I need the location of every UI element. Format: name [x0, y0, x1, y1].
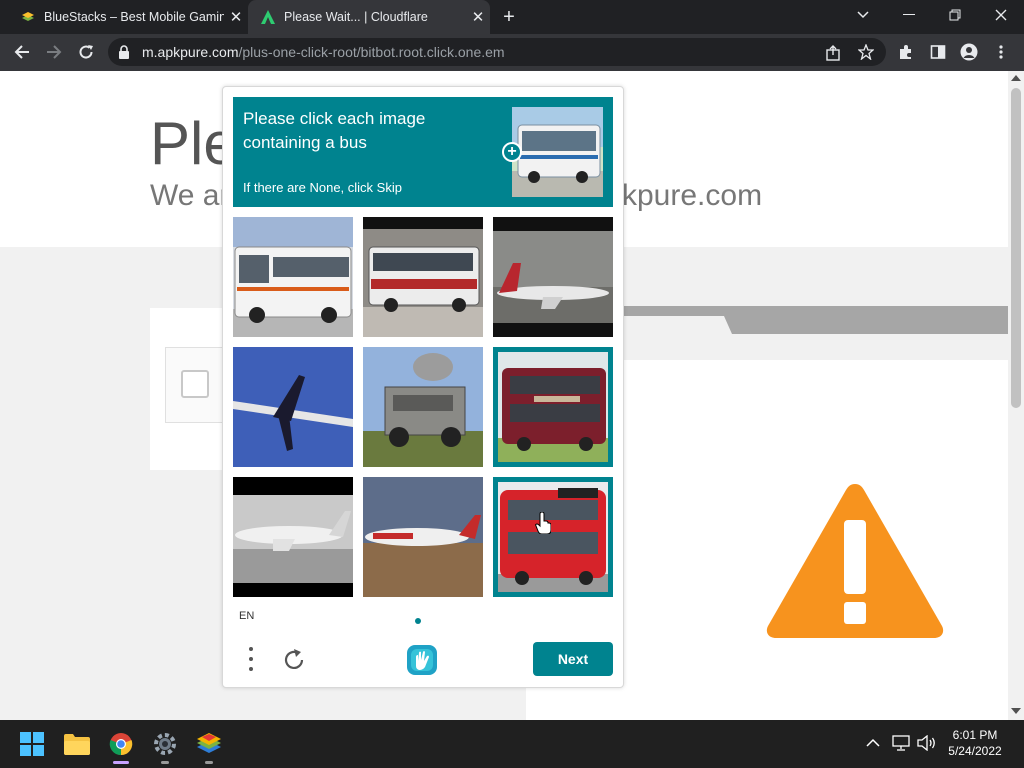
- reload-button[interactable]: [73, 39, 99, 65]
- close-icon[interactable]: ✕: [466, 8, 490, 26]
- prompt-hint: If there are None, click Skip: [243, 180, 402, 195]
- more-menu-icon[interactable]: [998, 44, 1004, 60]
- start-button[interactable]: [16, 728, 48, 760]
- active-app-indicator: [113, 761, 129, 764]
- refresh-icon[interactable]: [281, 647, 307, 673]
- airplane-flying-image: [233, 347, 353, 467]
- volume-icon[interactable]: [917, 735, 937, 751]
- minimize-button[interactable]: [886, 0, 932, 30]
- tab-title: BlueStacks – Best Mobile Gaming: [44, 10, 224, 24]
- maroon-double-decker-image: [498, 352, 608, 462]
- armored-vehicle-image: [363, 347, 483, 467]
- captcha-tile-3[interactable]: [493, 217, 613, 337]
- chevron-up-icon[interactable]: [866, 738, 880, 748]
- gear-icon: [154, 733, 176, 755]
- clock-time: 6:01 PM: [952, 728, 998, 742]
- hcaptcha-challenge: Please click each image containing a bus…: [222, 86, 624, 688]
- share-icon[interactable]: [825, 45, 841, 61]
- url-path: /plus-one-click-root/bitbot.root.click.o…: [238, 44, 505, 60]
- windows-logo-icon: [20, 732, 44, 756]
- lock-icon[interactable]: [118, 45, 130, 59]
- red-white-bus-image: [363, 217, 483, 337]
- captcha-tile-5[interactable]: [363, 347, 483, 467]
- captcha-tile-9[interactable]: [493, 477, 613, 597]
- scrollbar-thumb[interactable]: [1011, 88, 1021, 408]
- captcha-tile-8[interactable]: [363, 477, 483, 597]
- side-panel-icon[interactable]: [930, 44, 946, 60]
- scroll-up-icon[interactable]: [1011, 75, 1021, 81]
- page-subtitle-right: kpure.com: [622, 179, 763, 212]
- page-subtitle-left: We ar: [150, 179, 230, 212]
- challenge-prompt: Please click each image containing a bus…: [233, 97, 613, 207]
- page-indicator-dot: [415, 618, 421, 624]
- scroll-down-icon[interactable]: [1011, 708, 1021, 714]
- next-button[interactable]: Next: [533, 642, 613, 676]
- example-bus-image[interactable]: [512, 107, 603, 197]
- airplane-red-livery-image: [363, 477, 483, 597]
- prompt-text: Please click each image containing a bus: [243, 109, 426, 152]
- bluestacks-icon: [22, 12, 34, 21]
- url-host: m.apkpure.com: [142, 44, 239, 60]
- forward-button[interactable]: [41, 39, 67, 65]
- menu-dots-icon[interactable]: [245, 645, 257, 673]
- airplane-runway-image: [233, 477, 353, 597]
- system-clock[interactable]: 6:01 PM 5/24/2022: [940, 727, 1010, 759]
- hcaptcha-logo-icon[interactable]: [405, 643, 439, 677]
- expand-icon[interactable]: +: [502, 142, 522, 162]
- new-tab-button[interactable]: +: [498, 6, 520, 28]
- profile-icon[interactable]: [960, 43, 978, 61]
- back-button[interactable]: [9, 39, 35, 65]
- chrome-icon: [109, 733, 133, 756]
- taskbar-chrome[interactable]: [105, 728, 137, 760]
- white-bus-image: [233, 217, 353, 337]
- network-icon[interactable]: [892, 735, 910, 751]
- taskbar-settings[interactable]: [149, 728, 181, 760]
- tab-cloudflare[interactable]: Please Wait... | Cloudflare ✕: [248, 0, 490, 34]
- taskbar-bluestacks[interactable]: [193, 728, 225, 760]
- close-window-button[interactable]: [978, 0, 1024, 30]
- warning-icon: [766, 484, 944, 638]
- language-selector[interactable]: EN: [239, 610, 254, 622]
- tab-bluestacks[interactable]: BlueStacks – Best Mobile Gaming ✕: [8, 0, 248, 34]
- clock-date: 5/24/2022: [948, 744, 1002, 758]
- running-app-indicator: [161, 761, 169, 764]
- taskbar-file-explorer[interactable]: [61, 728, 93, 760]
- bluestacks-icon: [197, 733, 221, 753]
- captcha-tile-1[interactable]: [233, 217, 353, 337]
- folder-icon: [64, 734, 90, 755]
- restore-button[interactable]: [932, 0, 978, 30]
- close-icon[interactable]: ✕: [224, 8, 248, 26]
- captcha-tile-7[interactable]: [233, 477, 353, 597]
- tab-strip: BlueStacks – Best Mobile Gaming ✕ Please…: [0, 0, 1024, 34]
- url-text[interactable]: m.apkpure.com/plus-one-click-root/bitbot…: [142, 44, 505, 60]
- captcha-tile-2[interactable]: [363, 217, 483, 337]
- progress-banner: [622, 306, 1008, 334]
- captcha-tile-6[interactable]: [493, 347, 613, 467]
- apkpure-icon: [261, 10, 275, 24]
- human-verify-checkbox[interactable]: [181, 370, 209, 398]
- bookmark-star-icon[interactable]: [858, 44, 874, 60]
- running-app-indicator: [205, 761, 213, 764]
- airplane-taxiing-image: [493, 217, 613, 337]
- tab-search-icon[interactable]: [840, 0, 886, 30]
- red-double-decker-image: [498, 482, 608, 592]
- hand-cursor-icon: [535, 512, 551, 534]
- extensions-icon[interactable]: [898, 44, 914, 60]
- tab-title: Please Wait... | Cloudflare: [284, 10, 428, 24]
- captcha-tile-4[interactable]: [233, 347, 353, 467]
